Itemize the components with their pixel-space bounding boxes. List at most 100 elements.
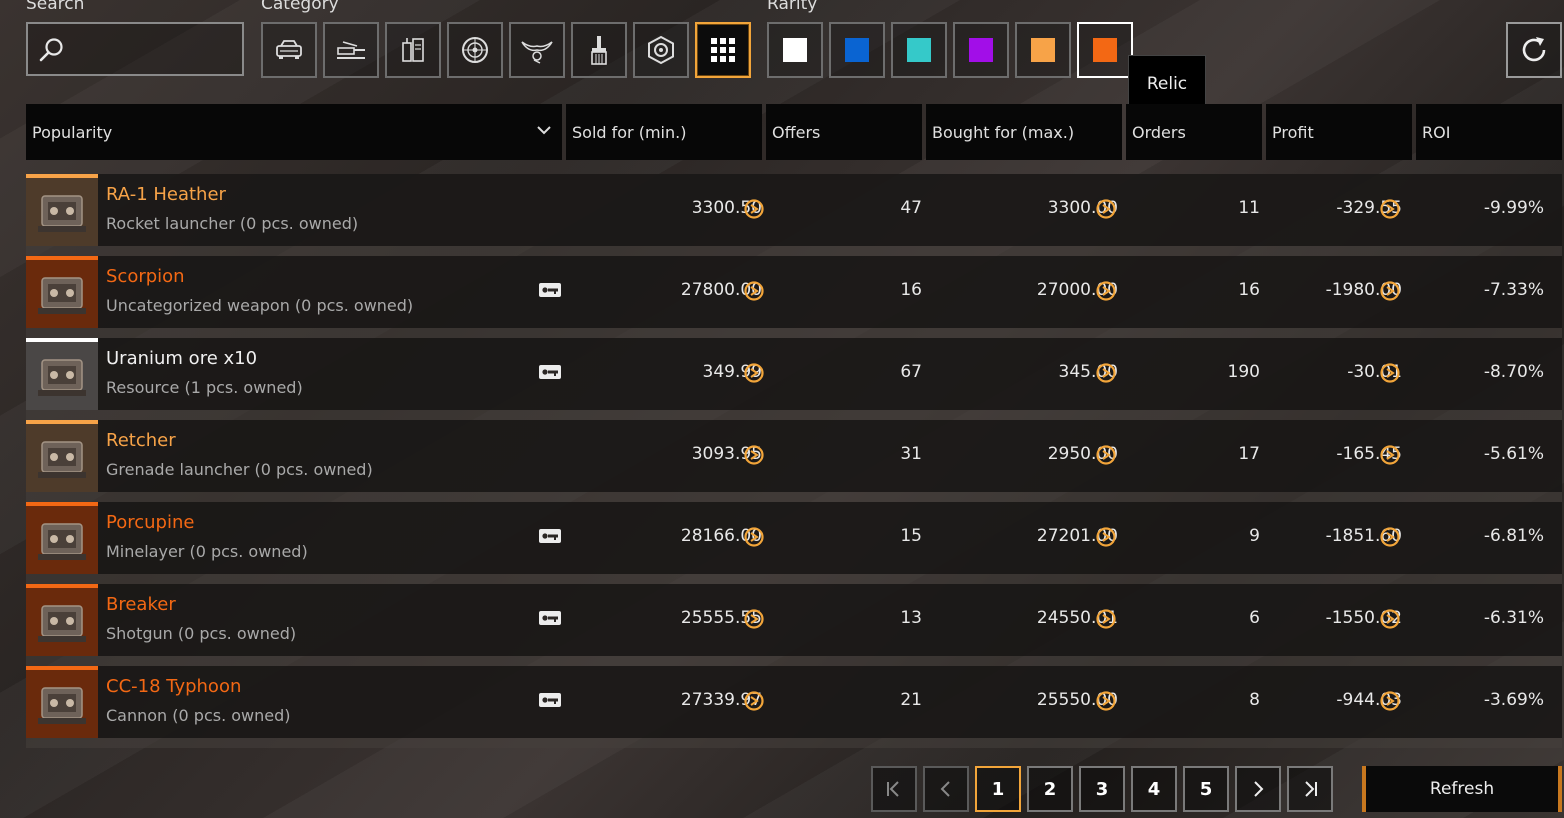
rarity-swatch: [845, 38, 869, 62]
item-thumbnail: [26, 174, 98, 246]
item-image: [38, 687, 86, 724]
search-box[interactable]: [26, 22, 244, 76]
table-row[interactable]: Breaker Shotgun (0 pcs. owned) 25555.55 …: [26, 584, 1562, 666]
column-header-orders-label: Orders: [1132, 122, 1186, 142]
trade-icon: [539, 283, 561, 297]
roi-value: -3.69%: [1483, 690, 1544, 710]
search-input[interactable]: [78, 34, 242, 66]
page-button-2[interactable]: 2: [1027, 766, 1073, 812]
table-row[interactable]: RA-1 Heather Rocket launcher (0 pcs. own…: [26, 174, 1562, 256]
column-header-profit[interactable]: Profit: [1266, 104, 1412, 160]
coin-icon: [744, 281, 764, 301]
last-page-button[interactable]: [1287, 766, 1333, 812]
offers-count: 47: [900, 198, 922, 218]
category-paints-button[interactable]: [571, 22, 627, 78]
coin-icon: [1096, 691, 1116, 711]
category-weapons-button[interactable]: [323, 22, 379, 78]
page-button-5[interactable]: 5: [1183, 766, 1229, 812]
column-header-orders[interactable]: Orders: [1126, 104, 1262, 160]
page-button-3[interactable]: 3: [1079, 766, 1125, 812]
item-thumbnail: [26, 420, 98, 492]
roi-value: -5.61%: [1483, 444, 1544, 464]
coin-icon: [744, 691, 764, 711]
category-decor-button[interactable]: [509, 22, 565, 78]
item-thumbnail: [26, 338, 98, 410]
refresh-icon-button[interactable]: [1506, 22, 1562, 78]
orders-count: 17: [1238, 444, 1260, 464]
orders-count: 16: [1238, 280, 1260, 300]
rarity-relic-button[interactable]: [1077, 22, 1133, 78]
trade-icon: [539, 693, 561, 707]
item-image: [38, 359, 86, 396]
page-button-4[interactable]: 4: [1131, 766, 1177, 812]
item-description: Uncategorized weapon (0 pcs. owned): [106, 296, 414, 315]
rarity-bar: [26, 338, 98, 342]
item-image: [38, 441, 86, 478]
last-page-icon: [1305, 781, 1317, 797]
roi-value: -8.70%: [1483, 362, 1544, 382]
search-icon: [39, 38, 63, 62]
search-label: Search: [26, 0, 85, 14]
page-button-1[interactable]: 1: [975, 766, 1021, 812]
category-all-button[interactable]: [695, 22, 751, 78]
rarity-bar: [26, 256, 98, 260]
column-header-bought-label: Bought for (max.): [932, 122, 1075, 142]
orders-count: 9: [1249, 526, 1260, 546]
rarity-rare-button[interactable]: [829, 22, 885, 78]
category-label: Category: [261, 0, 339, 14]
coin-icon: [1380, 445, 1400, 465]
column-header-sold[interactable]: Sold for (min.): [566, 104, 762, 160]
column-header-roi-label: ROI: [1422, 122, 1451, 142]
rarity-swatch: [969, 38, 993, 62]
gun-icon: [337, 41, 365, 59]
refresh-button[interactable]: Refresh: [1362, 766, 1562, 812]
coin-icon: [1380, 609, 1400, 629]
column-header-roi[interactable]: ROI: [1416, 104, 1562, 160]
table-row[interactable]: Uranium ore x10 Resource (1 pcs. owned) …: [26, 338, 1562, 420]
offers-count: 16: [900, 280, 922, 300]
grid-icon: [711, 38, 735, 62]
hexagon-gear-icon: [648, 35, 674, 65]
refresh-icon: [1522, 37, 1546, 62]
rarity-bar: [26, 584, 98, 588]
table-row[interactable]: CC-18 Typhoon Cannon (0 pcs. owned) 2733…: [26, 666, 1562, 748]
column-header-profit-label: Profit: [1272, 122, 1314, 142]
item-image: [38, 277, 86, 314]
coin-icon: [744, 363, 764, 383]
category-cabins-button[interactable]: [261, 22, 317, 78]
coin-icon: [744, 609, 764, 629]
rarity-common-button[interactable]: [767, 22, 823, 78]
coin-icon: [1096, 609, 1116, 629]
item-thumbnail: [26, 584, 98, 656]
table-row[interactable]: Porcupine Minelayer (0 pcs. owned) 28166…: [26, 502, 1562, 584]
rarity-epic-button[interactable]: [953, 22, 1009, 78]
item-description: Shotgun (0 pcs. owned): [106, 624, 297, 643]
rarity-legendary-button[interactable]: [1015, 22, 1071, 78]
item-image: [38, 605, 86, 642]
category-engines-button[interactable]: [385, 22, 441, 78]
column-header-bought[interactable]: Bought for (max.): [926, 104, 1122, 160]
first-page-button[interactable]: [871, 766, 917, 812]
orders-count: 6: [1249, 608, 1260, 628]
coin-icon: [744, 199, 764, 219]
coin-icon: [1380, 199, 1400, 219]
table-row[interactable]: Scorpion Uncategorized weapon (0 pcs. ow…: [26, 256, 1562, 338]
rarity-bar: [26, 502, 98, 506]
next-page-button[interactable]: [1235, 766, 1281, 812]
prev-page-button[interactable]: [923, 766, 969, 812]
sort-dropdown[interactable]: Popularity: [26, 104, 562, 160]
coin-icon: [1380, 281, 1400, 301]
table-row[interactable]: Retcher Grenade launcher (0 pcs. owned) …: [26, 420, 1562, 502]
item-thumbnail: [26, 502, 98, 574]
paintbrush-icon: [591, 36, 607, 65]
item-name: Porcupine: [106, 512, 195, 533]
category-wheels-button[interactable]: [447, 22, 503, 78]
item-description: Minelayer (0 pcs. owned): [106, 542, 308, 561]
coin-icon: [1380, 363, 1400, 383]
rarity-special-button[interactable]: [891, 22, 947, 78]
category-hardware-button[interactable]: [633, 22, 689, 78]
item-thumbnail: [26, 666, 98, 738]
first-page-icon: [887, 781, 899, 797]
column-header-offers[interactable]: Offers: [766, 104, 922, 160]
column-header-offers-label: Offers: [772, 122, 821, 142]
